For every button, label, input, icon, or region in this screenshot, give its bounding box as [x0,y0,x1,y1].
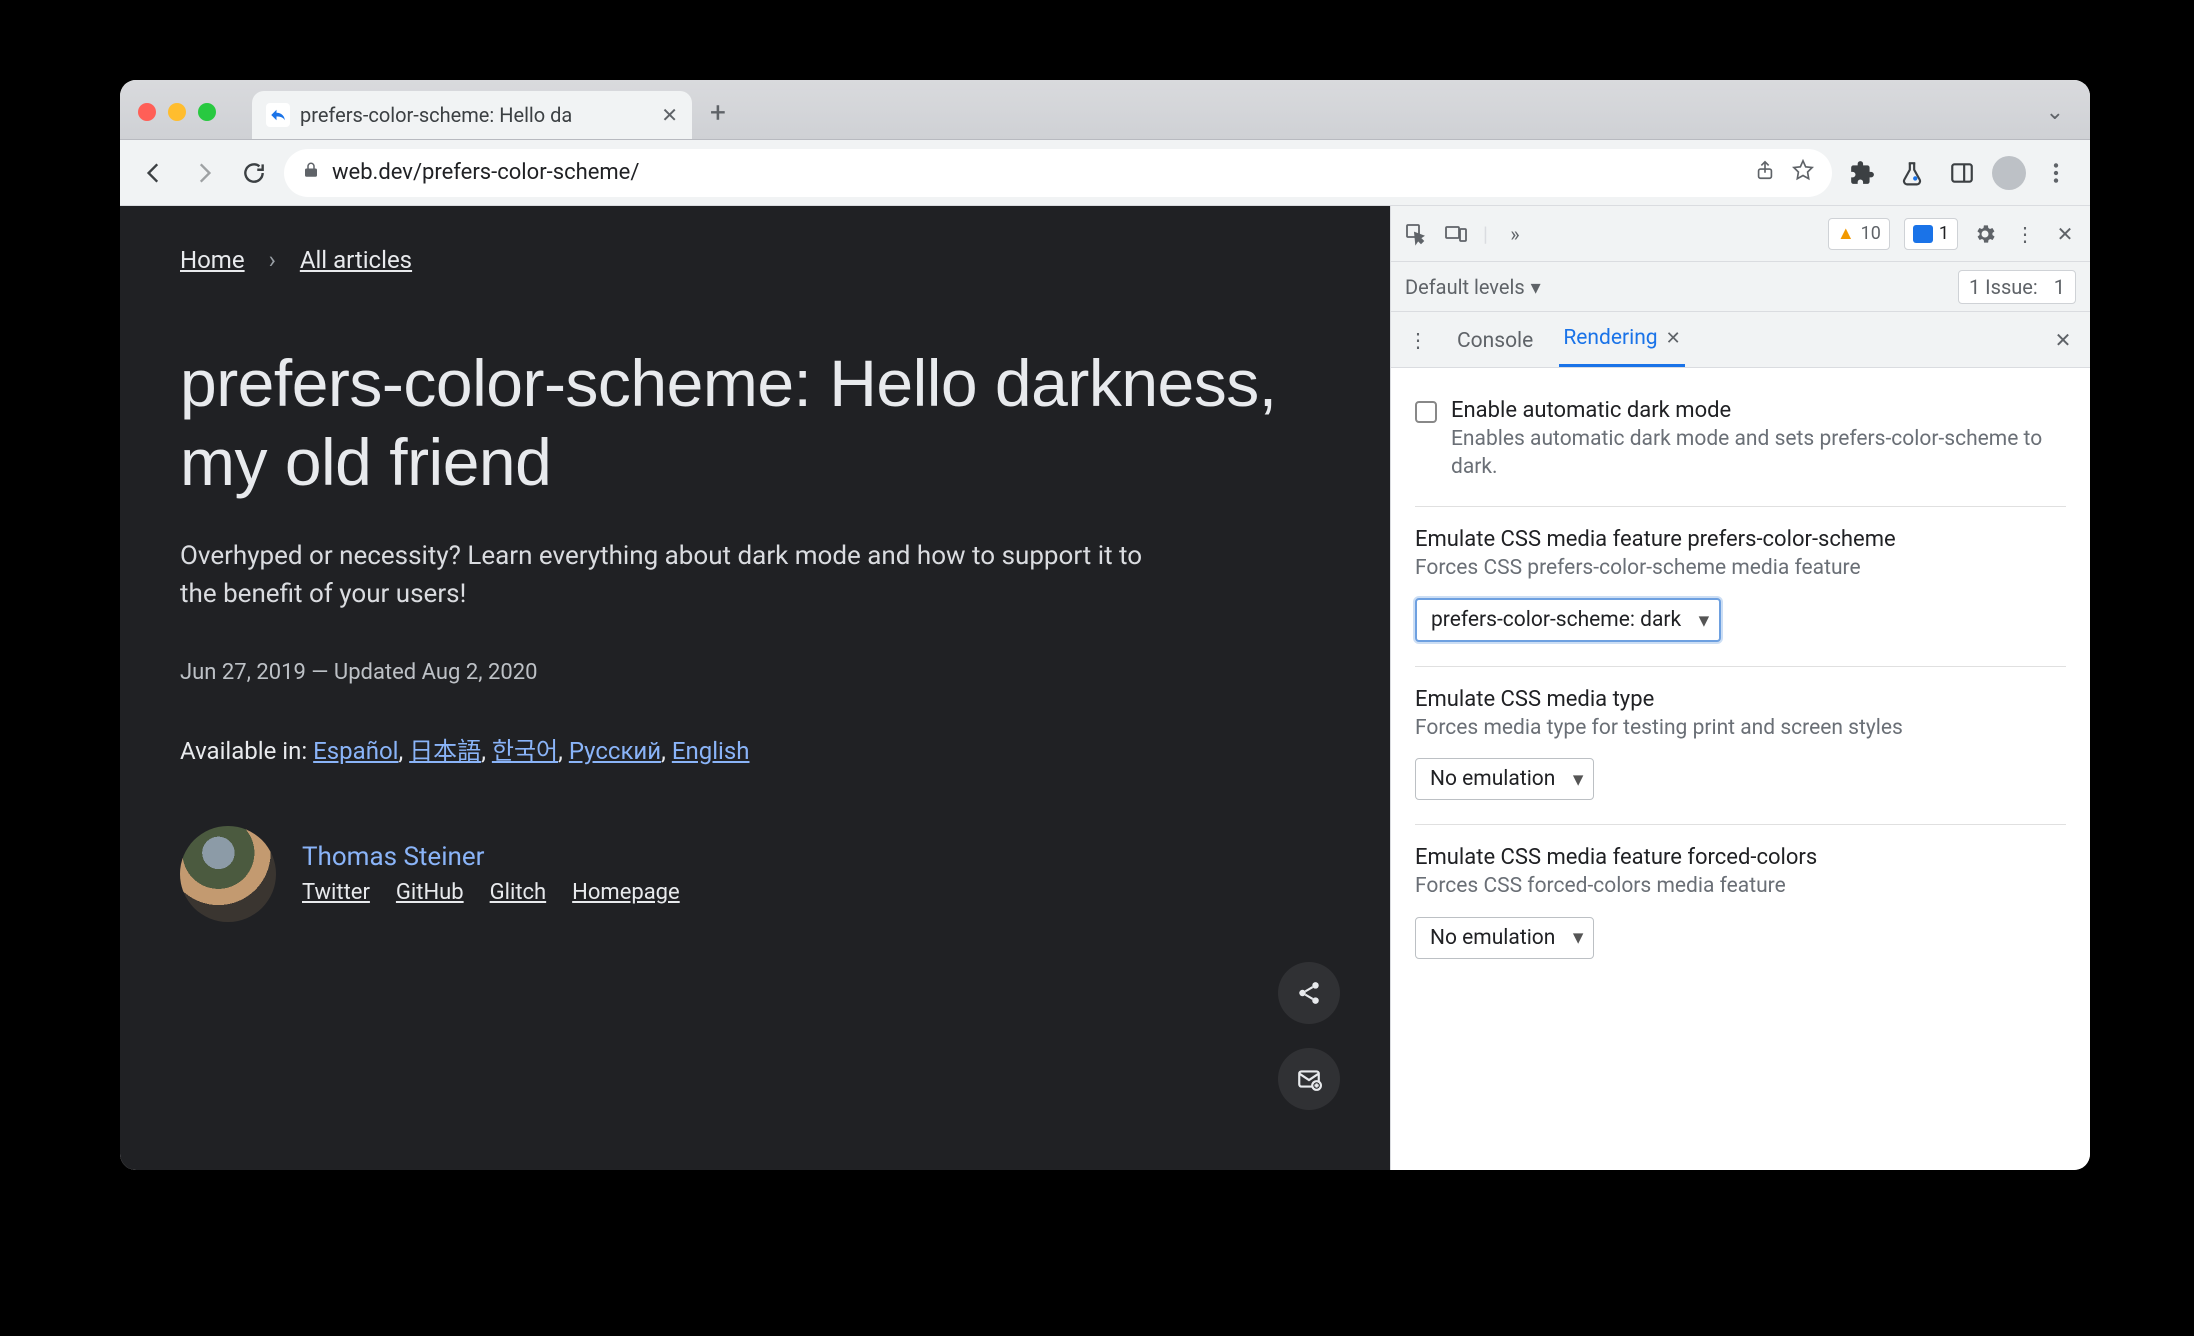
devtools-toolbar: | » ▲ 10 1 ⋮ ✕ [1391,206,2090,262]
address-bar[interactable]: web.dev/prefers-color-scheme/ [284,149,1832,197]
close-tab-icon[interactable]: ✕ [1666,328,1681,349]
author-links: Twitter GitHub Glitch Homepage [302,880,680,905]
new-tab-button[interactable]: + [710,96,726,129]
url-text: web.dev/prefers-color-scheme/ [332,160,639,185]
inspect-icon[interactable] [1403,221,1429,247]
devtools-menu-icon[interactable]: ⋮ [2012,221,2038,247]
floating-actions [1278,962,1340,1110]
close-tab-icon[interactable]: ✕ [661,103,678,127]
section-forced-colors: Emulate CSS media feature forced-colors … [1415,825,2066,982]
errors-badge[interactable]: 1 [1904,218,1958,250]
reload-button[interactable] [234,153,274,193]
share-icon[interactable] [1754,159,1776,187]
favicon-icon [266,103,290,127]
author-link-twitter[interactable]: Twitter [302,880,370,905]
lang-ja[interactable]: 日本語 [409,737,481,765]
section-auto-dark: Enable automatic dark mode Enables autom… [1415,378,2066,507]
auto-dark-checkbox[interactable] [1415,401,1437,423]
devtools-subbar: Default levels ▾ 1 Issue: 1 [1391,262,2090,312]
pcs-title: Emulate CSS media feature prefers-color-… [1415,527,2066,552]
lang-es[interactable]: Español [313,737,398,765]
chevron-right-icon: › [269,246,276,274]
breadcrumb-all-articles[interactable]: All articles [300,246,412,274]
chevron-down-icon: ▾ [1531,275,1541,299]
page-subhead: Overhyped or necessity? Learn everything… [180,538,1160,613]
share-button[interactable] [1278,962,1340,1024]
bookmark-icon[interactable] [1792,159,1814,187]
minimize-window-button[interactable] [168,103,186,121]
pcs-select[interactable]: prefers-color-scheme: dark [1415,598,1721,642]
back-button[interactable] [134,153,174,193]
lock-icon [302,160,320,186]
warnings-badge[interactable]: ▲ 10 [1828,218,1890,250]
mediatype-select[interactable]: No emulation [1415,758,1594,800]
tab-title: prefers-color-scheme: Hello da [300,103,651,127]
section-media-type: Emulate CSS media type Forces media type… [1415,667,2066,825]
mediatype-title: Emulate CSS media type [1415,687,2066,712]
lang-ko[interactable]: 한국어 [492,737,558,765]
traffic-lights [138,103,216,121]
page-dates: Jun 27, 2019 — Updated Aug 2, 2020 [180,660,1330,685]
sidepanel-icon[interactable] [1942,153,1982,193]
tabs-menu-icon[interactable]: ⌄ [2046,100,2064,125]
rendering-pane: Enable automatic dark mode Enables autom… [1391,368,2090,1170]
tab-console[interactable]: Console [1453,315,1537,367]
titlebar: prefers-color-scheme: Hello da ✕ + ⌄ [120,80,2090,140]
labs-icon[interactable] [1892,153,1932,193]
drawer-menu-icon[interactable]: ⋮ [1405,327,1431,353]
auto-dark-title: Enable automatic dark mode [1451,398,2066,423]
devtools-drawer-tabs: ⋮ Console Rendering ✕ ✕ [1391,312,2090,368]
breadcrumb-home[interactable]: Home [180,246,245,274]
forcedcolors-title: Emulate CSS media feature forced-colors [1415,845,2066,870]
auto-dark-desc: Enables automatic dark mode and sets pre… [1451,425,2066,482]
page-content: Home › All articles prefers-color-scheme… [120,206,1390,1170]
author-name[interactable]: Thomas Steiner [302,842,680,872]
lang-ru[interactable]: Русский [569,737,661,765]
author-link-glitch[interactable]: Glitch [490,880,547,905]
log-levels-dropdown[interactable]: Default levels ▾ [1405,275,1541,299]
mediatype-desc: Forces media type for testing print and … [1415,714,2066,742]
profile-avatar[interactable] [1992,156,2026,190]
author-block: Thomas Steiner Twitter GitHub Glitch Hom… [180,826,1330,922]
breadcrumb: Home › All articles [180,246,1330,274]
browser-toolbar: web.dev/prefers-color-scheme/ [120,140,2090,206]
available-languages: Available in: Español, 日本語, 한국어, Русский… [180,731,1330,766]
tab-rendering[interactable]: Rendering ✕ [1559,312,1684,367]
section-prefers-color-scheme: Emulate CSS media feature prefers-color-… [1415,507,2066,667]
browser-window: prefers-color-scheme: Hello da ✕ + ⌄ web… [120,80,2090,1170]
close-window-button[interactable] [138,103,156,121]
subscribe-button[interactable] [1278,1048,1340,1110]
content-area: Home › All articles prefers-color-scheme… [120,206,2090,1170]
lang-en[interactable]: English [672,737,750,765]
warning-icon: ▲ [1837,223,1855,244]
chrome-menu-icon[interactable] [2036,153,2076,193]
page-title: prefers-color-scheme: Hello darkness, my… [180,344,1330,502]
close-devtools-icon[interactable]: ✕ [2052,221,2078,247]
forcedcolors-desc: Forces CSS forced-colors media feature [1415,872,2066,900]
pcs-desc: Forces CSS prefers-color-scheme media fe… [1415,554,2066,582]
author-avatar [180,826,276,922]
message-icon [1913,225,1933,243]
available-in-label: Available in: [180,737,307,765]
browser-tab[interactable]: prefers-color-scheme: Hello da ✕ [252,91,692,139]
author-link-github[interactable]: GitHub [396,880,464,905]
forcedcolors-select[interactable]: No emulation [1415,917,1594,959]
settings-icon[interactable] [1972,221,1998,247]
more-tabs-icon[interactable]: » [1502,221,1528,247]
forward-button[interactable] [184,153,224,193]
device-icon[interactable] [1443,221,1469,247]
extensions-icon[interactable] [1842,153,1882,193]
close-drawer-icon[interactable]: ✕ [2050,327,2076,353]
issues-badge[interactable]: 1 Issue: 1 [1958,270,2076,304]
devtools-panel: | » ▲ 10 1 ⋮ ✕ Default leve [1390,206,2090,1170]
maximize-window-button[interactable] [198,103,216,121]
author-link-homepage[interactable]: Homepage [572,880,680,905]
